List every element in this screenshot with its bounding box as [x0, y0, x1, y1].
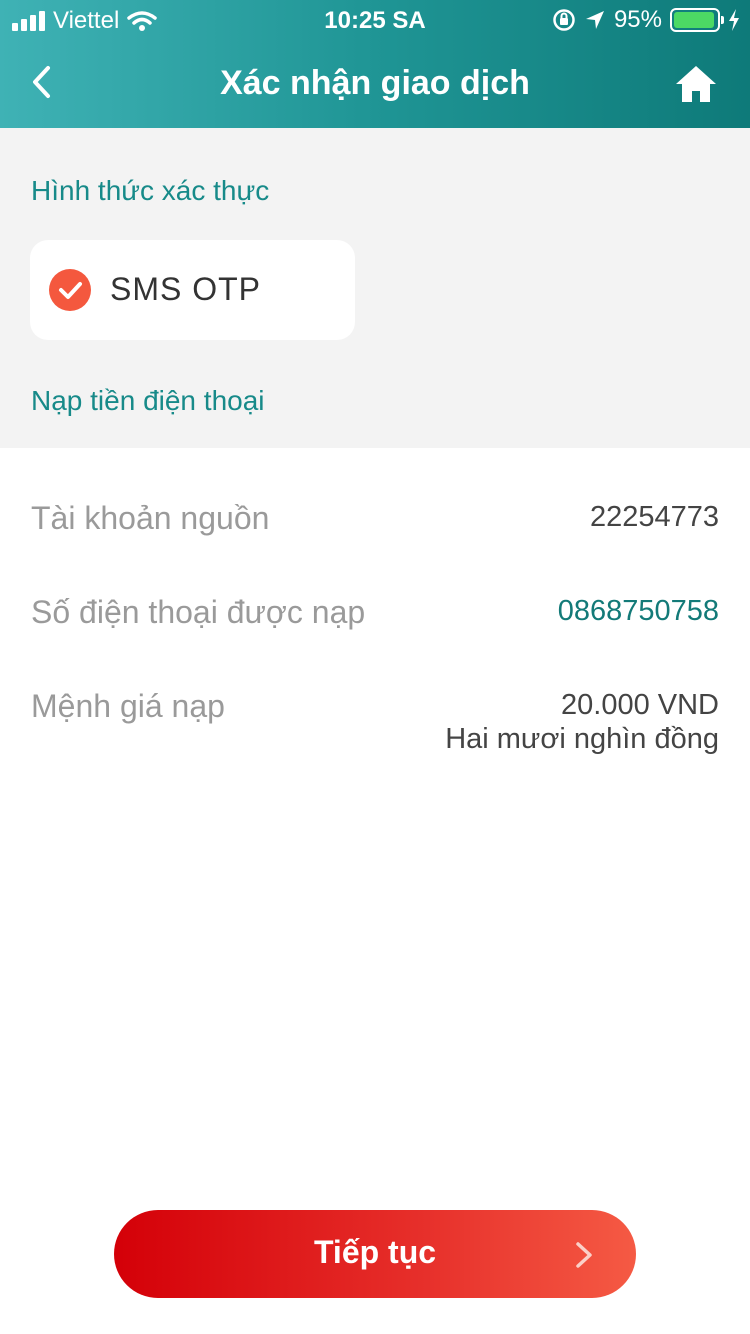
header: Viettel 10:25 SA 95% Xác nhận giao dịch — [0, 0, 750, 128]
page-title: Xác nhận giao dịch — [220, 64, 530, 102]
home-icon — [676, 66, 716, 102]
detail-value: 22254773 — [589, 501, 719, 533]
battery-percent: 95% — [613, 6, 662, 33]
auth-method-label: SMS OTP — [110, 271, 262, 307]
amount-value-group: 20.000 VND Hai mươi nghìn đồng — [445, 688, 719, 756]
auth-section-title: Hình thức xác thực — [31, 175, 270, 206]
home-button[interactable] — [674, 62, 718, 106]
check-circle-icon — [49, 269, 91, 311]
detail-label: Tài khoản nguồn — [31, 500, 270, 536]
status-right: 95% — [552, 6, 740, 34]
battery-fill — [674, 12, 714, 28]
auth-method-card[interactable]: SMS OTP — [30, 240, 355, 340]
navigation-bar: Xác nhận giao dịch — [0, 40, 750, 128]
status-bar: Viettel 10:25 SA 95% — [0, 0, 750, 40]
continue-button[interactable]: Tiếp tục — [114, 1210, 636, 1298]
charging-bolt-icon — [729, 9, 739, 31]
checkmark-icon — [59, 282, 82, 299]
continue-button-label: Tiếp tục — [313, 1234, 437, 1270]
amount-in-words: Hai mươi nghìn đồng — [445, 723, 719, 755]
location-arrow-icon — [585, 11, 604, 29]
detail-value: 0868750758 — [557, 595, 719, 627]
orientation-lock-icon — [553, 9, 575, 31]
amount-value: 20.000 VND — [561, 689, 719, 721]
battery-icon — [670, 8, 724, 32]
detail-label: Số điện thoại được nạp — [31, 594, 366, 630]
auth-section: Hình thức xác thực SMS OTP Nạp tiền điện… — [0, 128, 750, 448]
transaction-section-title: Nạp tiền điện thoại — [31, 385, 265, 416]
detail-label: Mệnh giá nạp — [31, 688, 225, 724]
chevron-right-icon — [576, 1242, 592, 1268]
